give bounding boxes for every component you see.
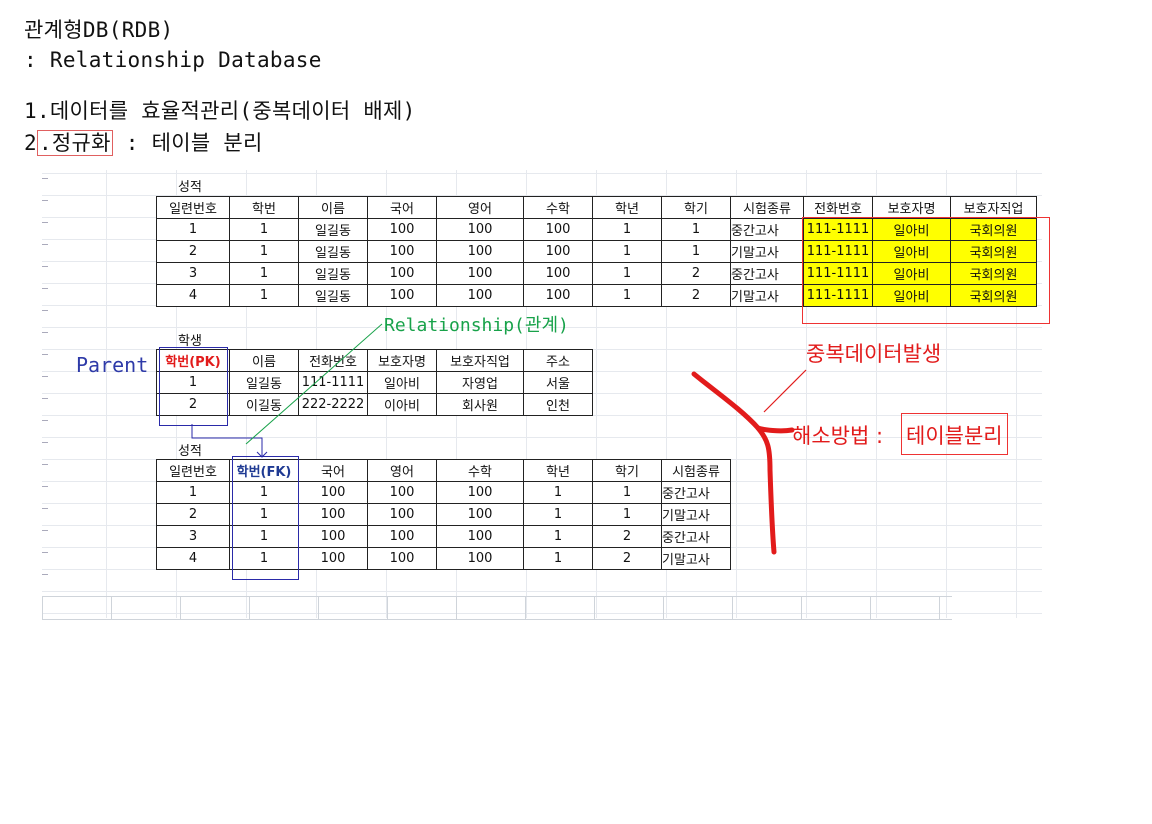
arrow-pointer (763, 369, 807, 413)
red-brace-point (755, 425, 795, 434)
red-brace-stroke (691, 371, 777, 555)
annotation-lines (191, 323, 807, 555)
pk-fk-connector (191, 424, 263, 456)
relationship-line (245, 323, 383, 445)
